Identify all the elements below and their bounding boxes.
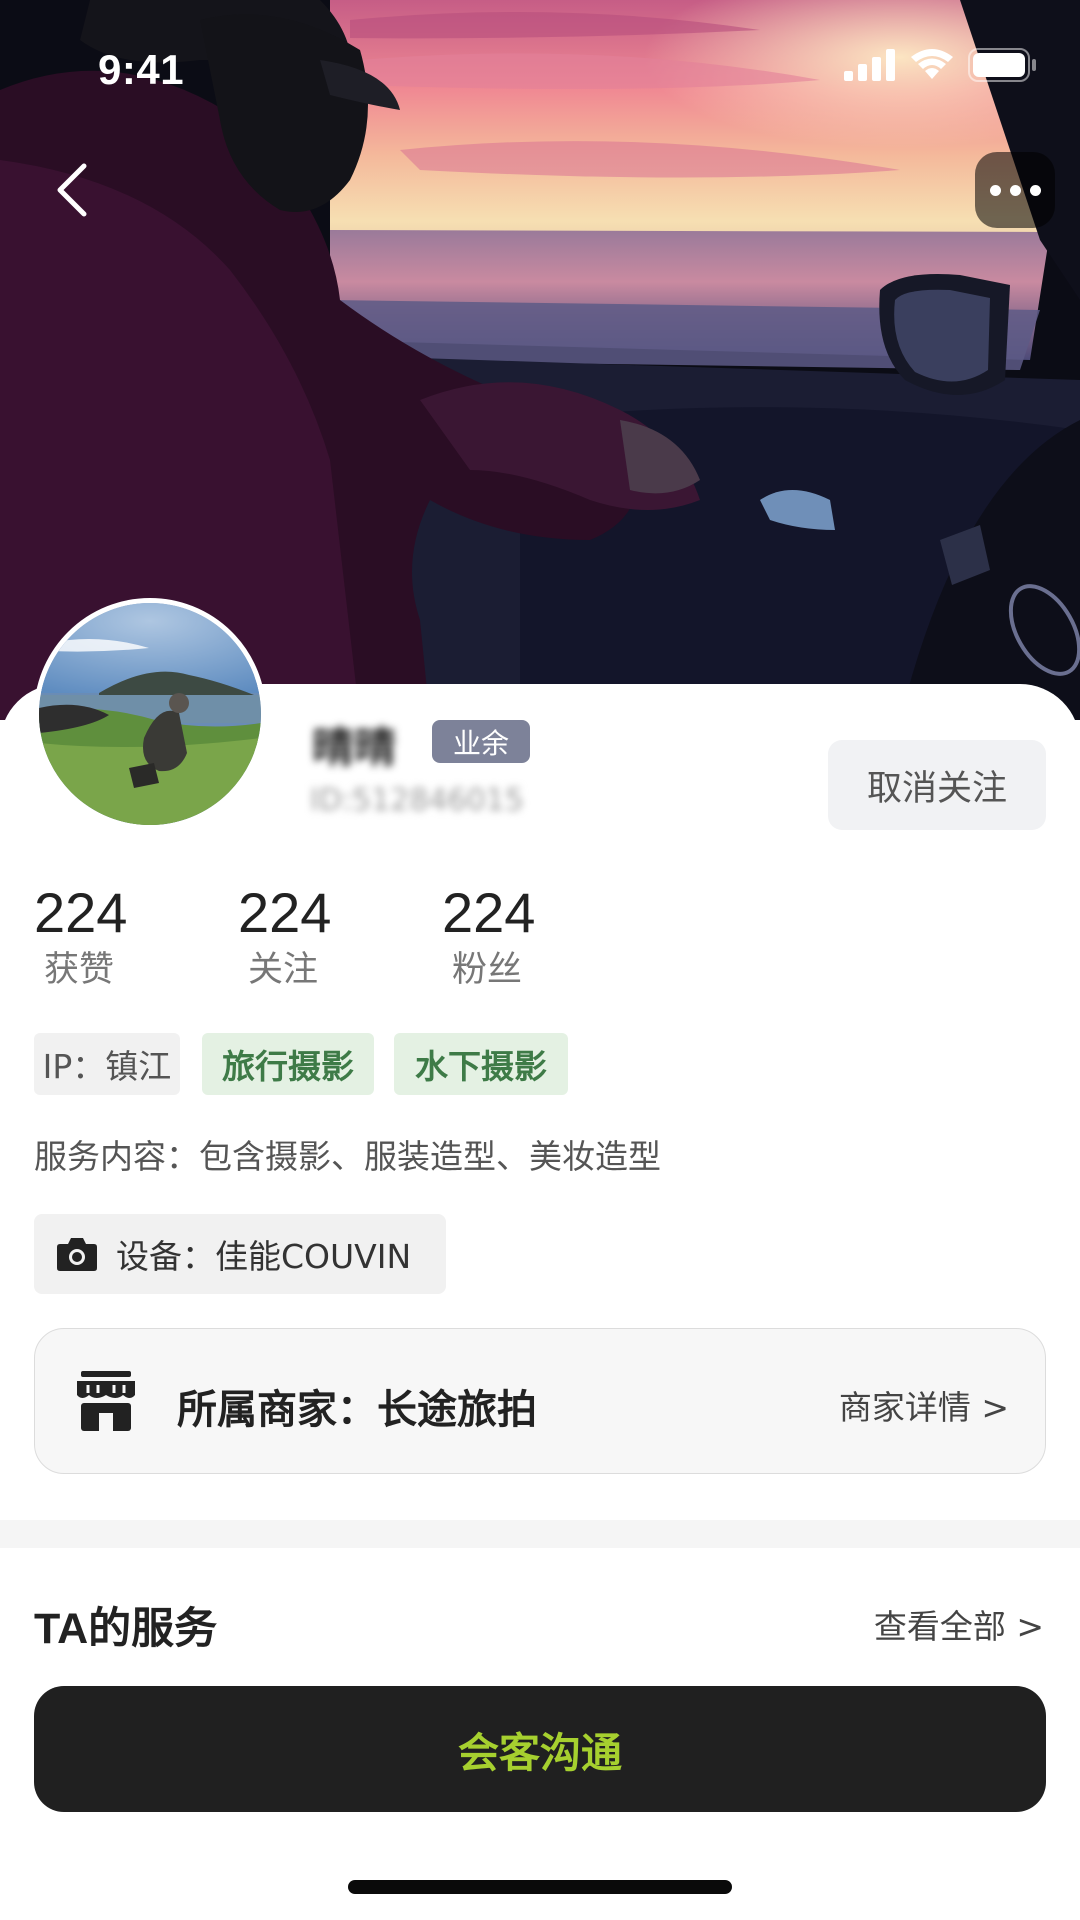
battery-icon <box>968 48 1036 82</box>
stat-likes-label: 获赞 <box>44 950 115 990</box>
stat-likes[interactable]: 224 获赞 <box>34 880 174 994</box>
wifi-icon <box>911 49 953 79</box>
status-time: 9:41 <box>98 46 185 93</box>
merchant-card[interactable]: 所属商家：长途旅拍 商家详情 > <box>34 1328 1046 1474</box>
stat-following-label: 关注 <box>248 950 319 990</box>
profile-id: ID:512846015 <box>310 783 524 818</box>
status-icons <box>844 48 1038 82</box>
view-all-link[interactable]: 查看全部 > <box>874 1600 1044 1648</box>
stat-following[interactable]: 224 关注 <box>238 880 378 994</box>
tag-travel-photography: 旅行摄影 <box>202 1033 374 1095</box>
stat-fans[interactable]: 224 粉丝 <box>442 880 582 994</box>
section-divider <box>0 1520 1080 1548</box>
avatar-photo <box>39 603 261 825</box>
contact-button[interactable]: 会客沟通 <box>34 1686 1046 1812</box>
equipment-text: 设备：佳能COUVIN <box>116 1237 412 1276</box>
more-dots-icon <box>989 184 1001 196</box>
avatar[interactable] <box>34 598 266 830</box>
equipment-chip: 设备：佳能COUVIN <box>34 1214 446 1294</box>
stat-likes-value: 224 <box>34 881 128 944</box>
tag-underwater-photography: 水下摄影 <box>394 1033 568 1095</box>
home-indicator[interactable] <box>348 1880 732 1894</box>
unfollow-button[interactable]: 取消关注 <box>828 740 1046 830</box>
stat-fans-value: 224 <box>442 881 536 944</box>
back-chevron-icon <box>57 163 87 217</box>
signal-icon <box>844 49 895 81</box>
more-dots-icon <box>1009 184 1021 196</box>
status-bar: 9:41 <box>0 0 1080 140</box>
stat-following-value: 224 <box>238 881 332 944</box>
store-icon <box>77 1371 135 1431</box>
camera-icon <box>57 1238 97 1271</box>
merchant-name: 所属商家：长途旅拍 <box>177 1387 537 1433</box>
more-options-button[interactable] <box>975 152 1055 228</box>
stat-fans-label: 粉丝 <box>452 950 523 990</box>
more-dots-icon <box>1029 184 1041 196</box>
ip-location-tag: IP：镇江 <box>34 1033 180 1095</box>
service-content: 服务内容：包含摄影、服装造型、美妆造型 <box>34 1137 661 1176</box>
merchant-detail-link[interactable]: 商家详情 > <box>839 1381 1009 1429</box>
services-section-title: TA的服务 <box>34 1605 218 1653</box>
profile-name: 晴晴 <box>312 723 397 772</box>
back-button[interactable] <box>36 150 106 230</box>
amateur-badge: 业余 <box>432 720 530 763</box>
